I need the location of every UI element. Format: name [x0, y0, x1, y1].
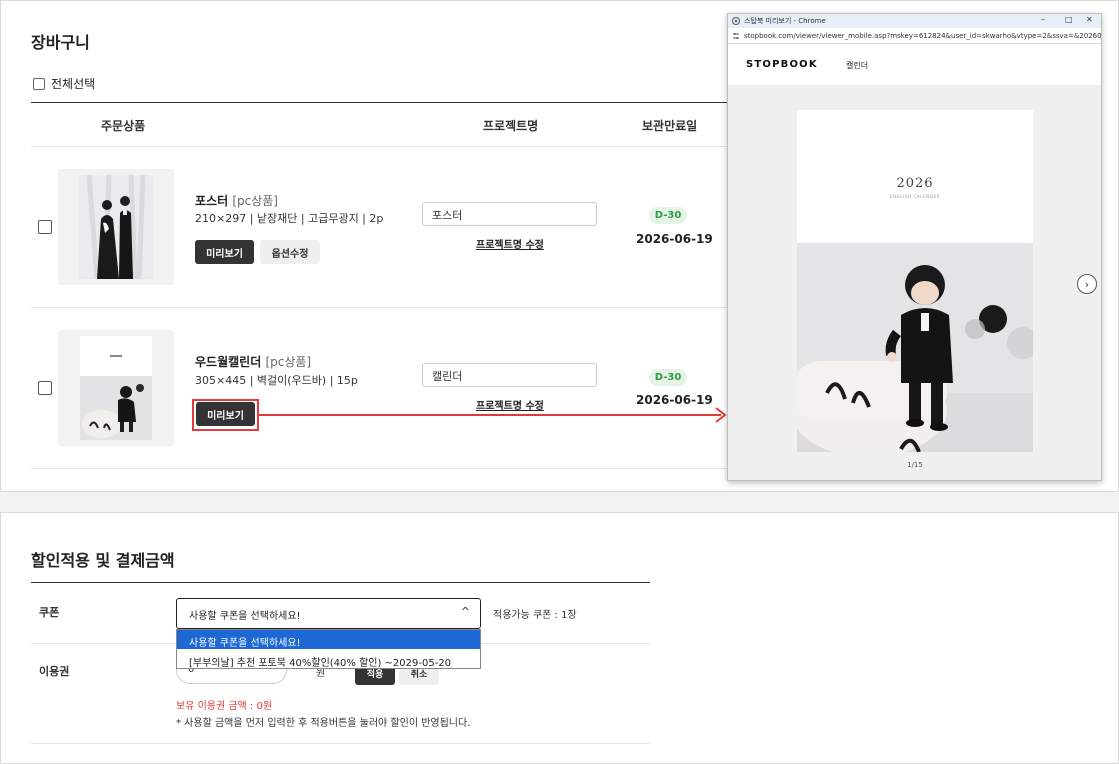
- chrome-icon: [732, 17, 740, 25]
- expiry-date: 2026-06-19: [636, 393, 713, 407]
- voucher-label: 이용권: [39, 665, 70, 678]
- site-settings-icon[interactable]: [732, 32, 740, 40]
- arrow-right-icon: [715, 407, 727, 423]
- select-all-label: 전체선택: [51, 77, 96, 91]
- poster-image: [79, 175, 153, 279]
- payment-panel: 할인적용 및 결제금액 쿠폰 사용할 쿠폰을 선택하세요! ^ 적용가능 쿠폰 …: [0, 512, 1119, 764]
- annotation-arrow-line: [259, 414, 721, 416]
- header-divider: [31, 146, 727, 147]
- product-name: 우드월캘린더 [pc상품]: [195, 353, 311, 370]
- select-all[interactable]: 전체선택: [33, 75, 95, 92]
- option-edit-button[interactable]: 옵션수정: [260, 240, 320, 264]
- item-checkbox[interactable]: [38, 220, 52, 234]
- minimize-icon[interactable]: –: [1041, 15, 1045, 24]
- product-name-text: 포스터: [195, 194, 229, 208]
- maximize-icon[interactable]: □: [1065, 15, 1073, 24]
- next-page-button[interactable]: ›: [1077, 274, 1097, 294]
- product-tag: [pc상품]: [265, 355, 312, 369]
- select-all-checkbox[interactable]: [33, 77, 45, 90]
- header-product: 주문상품: [101, 119, 146, 133]
- item-checkbox[interactable]: [38, 381, 52, 395]
- coupon-option[interactable]: 사용할 쿠폰을 선택하세요!: [177, 630, 480, 649]
- product-name-text: 우드월캘린더: [195, 355, 262, 369]
- chevron-right-icon: ›: [1084, 277, 1090, 291]
- project-name-edit-link[interactable]: 프로젝트명 수정: [476, 397, 544, 412]
- chevron-up-icon: ^: [460, 605, 470, 618]
- page-indicator: 1/15: [907, 461, 923, 469]
- viewer-nav-item[interactable]: 캘린더: [846, 60, 868, 71]
- coupon-option[interactable]: [부부의날] 추천 포토북 40%할인(40% 할인) ~2029-05-20: [177, 650, 480, 669]
- popup-titlebar: 스탑북 미리보기 - Chrome: [728, 14, 1101, 28]
- product-options: 210×297 | 낱장재단 | 고급무광지 | 2p: [195, 212, 384, 225]
- popup-url: stopbook.com/viewer/viewer_mobile.asp?ms…: [744, 31, 1102, 40]
- popup-url-bar[interactable]: stopbook.com/viewer/viewer_mobile.asp?ms…: [728, 28, 1102, 44]
- dday-badge: D-30: [649, 369, 687, 386]
- calendar-image: [80, 336, 152, 440]
- product-tag: [pc상품]: [232, 194, 278, 208]
- header-project: 프로젝트명: [483, 119, 539, 133]
- voucher-balance: 보유 이용권 금액 : 0원: [176, 701, 273, 712]
- coupon-selected-text: 사용할 쿠폰을 선택하세요!: [189, 611, 301, 622]
- calendar-cover-photo: [797, 243, 1033, 452]
- project-name-field[interactable]: 캘린더: [422, 363, 597, 387]
- payment-top-divider: [31, 582, 650, 583]
- coupon-dropdown-list: 사용할 쿠폰을 선택하세요! [부부의날] 추천 포토북 40%할인(40% 할…: [176, 629, 481, 669]
- product-options: 305×445 | 벽걸이(우드바) | 15p: [195, 374, 358, 387]
- calendar-year: 2026: [896, 176, 934, 191]
- expiry-date: 2026-06-19: [636, 232, 713, 246]
- voucher-note: * 사용할 금액을 먼저 입력한 후 적용버튼을 눌러야 할인이 반영됩니다.: [176, 718, 471, 729]
- preview-highlight-box: [192, 399, 259, 431]
- product-thumbnail[interactable]: [58, 169, 174, 285]
- project-name-edit-link[interactable]: 프로젝트명 수정: [476, 236, 544, 251]
- product-name: 포스터 [pc상품]: [195, 192, 278, 209]
- preview-popup-window: 스탑북 미리보기 - Chrome – □ ✕ stopbook.com/vie…: [727, 13, 1102, 481]
- cart-panel: 장바구니 전체선택 주문상품 프로젝트명 보관만료일 포스터 [pc상품] 21…: [0, 0, 1119, 492]
- calendar-subtitle: ENGLISH CALENDAR: [889, 194, 941, 199]
- product-thumbnail[interactable]: [58, 330, 174, 446]
- cart-title: 장바구니: [31, 33, 90, 52]
- project-name-field[interactable]: 포스터: [422, 202, 597, 226]
- payment-bottom-divider: [31, 743, 650, 744]
- row-divider: [31, 468, 727, 469]
- popup-window-title: 스탑북 미리보기 - Chrome: [744, 17, 826, 25]
- table-top-divider: [31, 102, 727, 103]
- header-expiry: 보관만료일: [642, 119, 698, 133]
- preview-button[interactable]: 미리보기: [195, 240, 254, 264]
- coupon-select[interactable]: 사용할 쿠폰을 선택하세요! ^: [176, 598, 481, 629]
- stopbook-logo: STOPBOOK: [746, 59, 818, 70]
- coupon-count: 적용가능 쿠폰 : 1장: [493, 610, 577, 621]
- row-divider: [31, 307, 727, 308]
- close-icon[interactable]: ✕: [1086, 15, 1093, 24]
- dday-badge: D-30: [649, 207, 687, 224]
- payment-title: 할인적용 및 결제금액: [31, 551, 175, 570]
- coupon-label: 쿠폰: [39, 606, 60, 619]
